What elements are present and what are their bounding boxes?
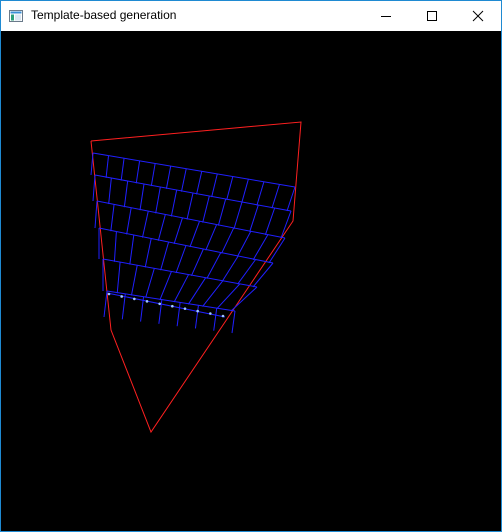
sample-point-marker: [120, 295, 123, 298]
template-cell-stroke: [194, 305, 199, 329]
template-cell-stroke: [221, 227, 235, 254]
app-window: Template-based generation: [0, 0, 502, 532]
template-cell-stroke: [159, 271, 172, 301]
sample-point-marker: [171, 304, 174, 308]
template-cell-stroke: [129, 234, 135, 265]
sample-point-marker: [209, 312, 212, 315]
template-cell-stroke: [108, 177, 112, 205]
minimize-button[interactable]: [363, 1, 409, 31]
template-cell-stroke: [196, 171, 203, 195]
template-cell-stroke: [206, 252, 222, 279]
template-cell-stroke: [211, 173, 218, 198]
template-cell-stroke: [189, 221, 201, 248]
template-cell-stroke: [264, 207, 276, 236]
minimize-icon: [381, 16, 391, 17]
template-cell-stroke: [231, 310, 236, 334]
template-cell-stroke: [145, 268, 155, 298]
template-cell-stroke: [187, 277, 207, 305]
window-app-icon: [9, 10, 23, 22]
template-cell-stroke: [155, 186, 161, 214]
template-cell-stroke: [256, 181, 265, 206]
template-cell-stroke: [252, 262, 274, 288]
sample-point-marker: [196, 309, 199, 313]
template-cell-stroke: [221, 255, 239, 282]
close-button[interactable]: [455, 1, 501, 31]
template-cell-stroke: [120, 158, 125, 181]
template-cell-stroke: [90, 152, 94, 176]
template-cell-stroke: [121, 293, 126, 320]
template-cell-stroke: [241, 179, 249, 203]
template-cell-stroke: [226, 176, 234, 201]
template-cell-stroke: [205, 224, 218, 251]
template-cell-stroke: [126, 207, 132, 235]
template-cell-stroke: [110, 204, 115, 232]
template-cell-stroke: [180, 168, 187, 192]
template-cell-stroke: [113, 231, 117, 262]
template-row-line: [96, 200, 286, 239]
template-cell-stroke: [165, 165, 172, 189]
template-cell-stroke: [213, 308, 218, 331]
template-cell-stroke: [202, 280, 224, 307]
template-cell-stroke: [130, 265, 138, 296]
template-bottom-edge: [106, 292, 226, 318]
template-cell-stroke: [103, 290, 108, 318]
template-cell-stroke: [249, 204, 259, 232]
template-cell-stroke: [236, 231, 252, 257]
sample-point-marker: [133, 297, 136, 301]
sample-point-marker: [145, 300, 149, 303]
template-cell-stroke: [160, 241, 170, 271]
template-cell-stroke: [176, 302, 181, 327]
maximize-icon: [427, 11, 437, 21]
template-cell-stroke: [123, 180, 129, 208]
template-cell-stroke: [217, 198, 227, 226]
sample-point-marker: [183, 307, 187, 310]
template-row-line: [92, 152, 296, 188]
sample-point-marker: [221, 314, 225, 318]
template-cell-stroke: [144, 238, 152, 268]
template-cell-stroke: [186, 192, 194, 220]
render-canvas[interactable]: [1, 31, 501, 531]
template-cell-stroke: [271, 184, 280, 209]
template-cell-stroke: [141, 210, 149, 238]
template-cell-stroke: [92, 174, 96, 202]
template-cell-stroke: [202, 195, 210, 223]
template-cell-stroke: [105, 155, 110, 178]
title-bar[interactable]: Template-based generation: [1, 1, 501, 31]
template-cell-stroke: [230, 286, 258, 312]
window-title: Template-based generation: [31, 8, 177, 22]
template-cell-stroke: [116, 262, 121, 294]
maximize-button[interactable]: [409, 1, 455, 31]
template-cell-stroke: [175, 245, 187, 274]
scene-drawing: [90, 121, 302, 434]
template-cell-stroke: [252, 234, 269, 261]
template-cell-stroke: [268, 237, 286, 264]
template-cell-stroke: [135, 160, 141, 184]
template-cell-stroke: [173, 217, 183, 245]
template-cell-stroke: [150, 163, 156, 187]
template-cell-stroke: [190, 248, 204, 277]
template-cell-stroke: [170, 189, 178, 217]
template-cell-stroke: [233, 201, 243, 229]
template-row-line: [106, 290, 236, 312]
template-cell-stroke: [139, 183, 145, 211]
close-icon: [472, 10, 484, 22]
template-cell-stroke: [157, 214, 166, 241]
template-cell-stroke: [280, 210, 292, 239]
sample-point-marker: [158, 302, 161, 306]
template-cell-stroke: [94, 200, 98, 229]
template-cell-stroke: [173, 274, 189, 303]
sample-point-marker: [107, 292, 111, 296]
